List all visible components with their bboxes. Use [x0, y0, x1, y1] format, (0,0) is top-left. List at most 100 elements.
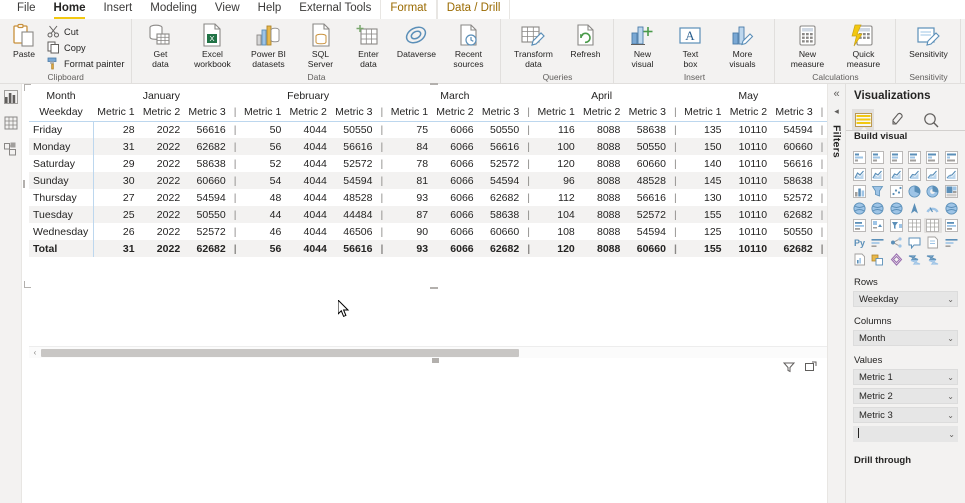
matrix-row-header[interactable]: Wednesday — [29, 223, 94, 240]
metrics-icon[interactable] — [943, 235, 960, 250]
line-stacked-column-icon[interactable] — [906, 167, 923, 182]
matrix-cell[interactable]: 56616 — [330, 240, 377, 257]
matrix-total-row[interactable]: Total 31 2022 62682 | 56 4044 56616 | 93 6066 62682… — [29, 240, 840, 257]
scrollbar-thumb[interactable] — [41, 348, 520, 357]
matrix-cell[interactable]: 60660 — [771, 138, 817, 155]
chevron-down-icon[interactable]: ⌄ — [948, 430, 955, 439]
matrix-row-header[interactable]: Sunday — [29, 172, 94, 189]
matrix-metric-header[interactable]: Metric 3 — [330, 104, 377, 122]
matrix-cell[interactable]: 52572 — [624, 206, 670, 223]
matrix-cell[interactable]: 81 — [386, 172, 433, 189]
matrix-metric-header[interactable]: Metric 1 — [386, 104, 433, 122]
multi-row-card-icon[interactable] — [851, 218, 868, 233]
matrix-cell[interactable]: 6066 — [432, 223, 478, 240]
field-well-item[interactable]: Metric 3 ⌄ — [853, 407, 958, 423]
clustered-bar-chart-icon[interactable] — [888, 150, 905, 165]
matrix-month-header[interactable]: March — [386, 87, 523, 104]
matrix-cell[interactable]: 112 — [533, 189, 579, 206]
matrix-cell[interactable]: 8088 — [578, 172, 625, 189]
kpi-icon[interactable] — [869, 218, 886, 233]
matrix-month-header[interactable]: January — [93, 87, 230, 104]
matrix-cell[interactable]: 84 — [386, 138, 433, 155]
ribbon-tab-data-drill[interactable]: Data / Drill — [436, 0, 511, 19]
matrix-cell[interactable]: 2022 — [138, 206, 185, 223]
matrix-cell[interactable]: 28 — [93, 121, 139, 138]
stacked-bar-chart-icon[interactable] — [851, 150, 868, 165]
key-influencers-icon[interactable] — [869, 235, 886, 250]
matrix-metric-header[interactable]: Metric 3 — [477, 104, 524, 122]
matrix-cell[interactable]: 60660 — [624, 240, 670, 257]
format-visual-tab[interactable] — [886, 109, 908, 131]
matrix-cell[interactable]: 62682 — [477, 240, 524, 257]
slicer-icon[interactable] — [888, 218, 905, 233]
matrix-cell[interactable]: 48528 — [624, 172, 670, 189]
matrix-cell[interactable]: 46506 — [331, 223, 377, 240]
matrix-horizontal-scrollbar[interactable]: ‹ › — [29, 346, 837, 358]
matrix-cell[interactable]: 54594 — [477, 172, 524, 189]
ribbon-tab-help[interactable]: Help — [249, 0, 291, 19]
table-icon[interactable] — [906, 218, 923, 233]
arcgis-maps-icon[interactable] — [906, 252, 923, 267]
build-visual-tab[interactable] — [852, 109, 874, 132]
matrix-cell[interactable]: 44484 — [330, 206, 377, 223]
matrix-row-header[interactable]: Friday — [29, 121, 94, 138]
matrix-cell[interactable]: 50550 — [771, 223, 817, 240]
treemap-icon[interactable] — [943, 184, 960, 199]
line-chart-icon[interactable] — [851, 167, 868, 182]
matrix-month-header[interactable]: May — [680, 87, 817, 104]
matrix-cell[interactable]: 60660 — [184, 172, 230, 189]
area-chart-icon[interactable] — [869, 167, 886, 182]
matrix-cell[interactable]: 140 — [680, 155, 726, 172]
field-well-empty-input[interactable]: ⌄ — [853, 426, 958, 442]
matrix-cell[interactable]: 56616 — [330, 138, 377, 155]
matrix-cell[interactable]: 56616 — [624, 189, 670, 206]
matrix-cell[interactable]: 78 — [386, 155, 432, 172]
power-apps-icon[interactable] — [869, 252, 886, 267]
matrix-cell[interactable]: 75 — [386, 121, 432, 138]
shape-map-icon[interactable] — [888, 201, 905, 216]
qa-visual-icon[interactable] — [906, 235, 923, 250]
matrix-cell[interactable]: 54594 — [330, 172, 377, 189]
transform-data-button[interactable]: Transform data — [505, 22, 561, 69]
matrix-cell[interactable]: 62682 — [184, 240, 230, 257]
matrix-cell[interactable]: 58638 — [624, 121, 670, 138]
matrix-cell[interactable]: 2022 — [138, 240, 185, 257]
matrix-cell[interactable]: 4044 — [285, 206, 331, 223]
matrix-grid[interactable]: MonthJanuaryFebruaryMarchAprilMayJuneWee… — [29, 87, 840, 259]
visual-resize-handle-bottom-center[interactable] — [432, 358, 439, 363]
matrix-cell[interactable]: 26 — [93, 223, 139, 240]
matrix-row-header[interactable]: Total — [29, 240, 94, 257]
matrix-cell[interactable]: 31 — [93, 240, 139, 257]
chevron-down-icon[interactable]: ⌄ — [947, 373, 954, 382]
matrix-metric-header[interactable]: Metric 2 — [725, 104, 772, 122]
matrix-row[interactable]: Wednesday 26 2022 52572 | 46 4044 46506 | 90 6066 6… — [29, 223, 840, 240]
field-well-item[interactable]: Metric 1 ⌄ — [853, 369, 958, 385]
clustered-column-chart-icon[interactable] — [906, 150, 923, 165]
power-bi-datasets-button[interactable]: Power BI datasets — [240, 22, 296, 69]
matrix-cell[interactable]: 8088 — [578, 206, 625, 223]
matrix-cell[interactable]: 108 — [533, 223, 579, 240]
filter-icon[interactable] — [782, 360, 795, 373]
matrix-cell[interactable]: 62682 — [478, 189, 524, 206]
stacked-column-chart-icon[interactable] — [869, 150, 886, 165]
decomposition-tree-icon[interactable] — [888, 235, 905, 250]
python-visual-icon[interactable]: Py — [851, 235, 868, 250]
matrix-cell[interactable]: 104 — [533, 206, 579, 223]
matrix-cell[interactable]: 2022 — [138, 138, 185, 155]
matrix-cell[interactable]: 93 — [386, 189, 432, 206]
matrix-cell[interactable]: 10110 — [725, 172, 772, 189]
matrix-metric-header[interactable]: Metric 1 — [679, 104, 726, 122]
matrix-cell[interactable]: 6066 — [432, 172, 478, 189]
matrix-cell[interactable]: 54594 — [624, 223, 670, 240]
matrix-cell[interactable]: 8088 — [578, 138, 625, 155]
text-box-button[interactable]: A Text box — [666, 22, 714, 69]
matrix-cell[interactable]: 56 — [239, 240, 286, 257]
r-script-visual-icon[interactable] — [943, 218, 960, 233]
matrix-cell[interactable]: 2022 — [139, 189, 185, 206]
matrix-cell[interactable]: 50550 — [184, 206, 230, 223]
matrix-cell[interactable]: 116 — [533, 121, 579, 138]
matrix-cell[interactable]: 135 — [680, 121, 726, 138]
matrix-cell[interactable]: 54594 — [771, 121, 817, 138]
matrix-metric-header[interactable]: Metric 3 — [771, 104, 817, 122]
azure-map-icon[interactable] — [906, 201, 923, 216]
